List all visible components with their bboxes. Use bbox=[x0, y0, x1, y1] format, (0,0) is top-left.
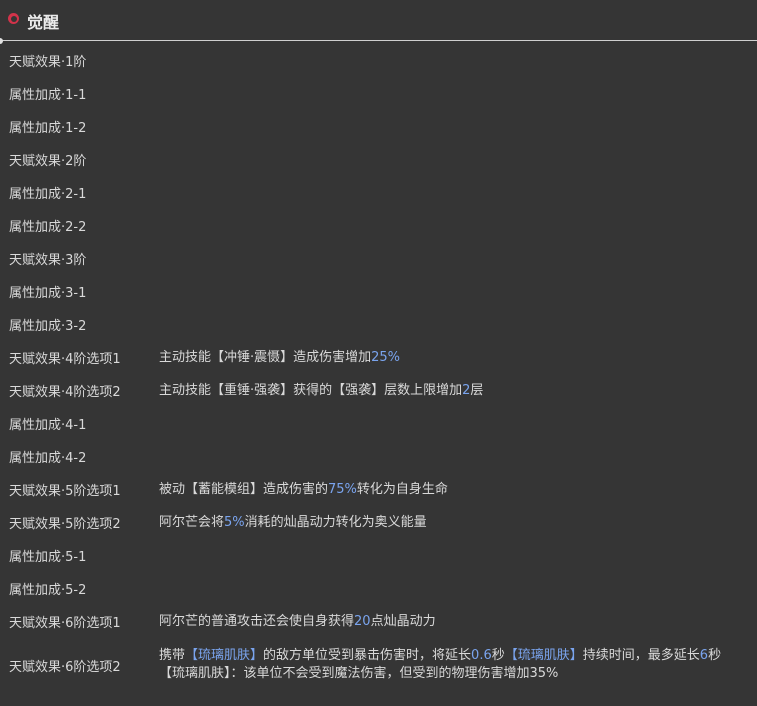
talent-description: 主动技能【重锤·强袭】获得的【强袭】层数上限增加2层 bbox=[159, 382, 757, 400]
talent-label: 天赋效果·5阶选项2 bbox=[9, 517, 121, 532]
description-line: 主动技能【冲锤·震慑】造成伤害增加25% bbox=[159, 349, 753, 367]
talent-row: 属性加成·1-2 bbox=[0, 110, 757, 143]
highlighted-value: 5% bbox=[224, 514, 245, 530]
talent-label: 属性加成·2-1 bbox=[9, 187, 87, 202]
description-text: 消耗的灿晶动力转化为奥义能量 bbox=[244, 514, 427, 530]
talent-row: 属性加成·5-2 bbox=[0, 572, 757, 605]
talent-row: 属性加成·2-2 bbox=[0, 209, 757, 242]
talent-row: 属性加成·5-1 bbox=[0, 539, 757, 572]
talent-row: 属性加成·1-1 bbox=[0, 77, 757, 110]
talent-row: 属性加成·3-2 bbox=[0, 308, 757, 341]
description-text: 点灿晶动力 bbox=[370, 613, 436, 629]
description-text: 主动技能【重锤·强袭】获得的【强袭】层数上限增加 bbox=[159, 382, 463, 398]
description-line: 【琉璃肌肤】：该单位不会受到魔法伤害，但受到的物理伤害增加35% bbox=[159, 665, 753, 683]
talent-description: 阿尔芒的普通攻击还会使自身获得20点灿晶动力 bbox=[159, 613, 757, 631]
talent-label: 天赋效果·5阶选项1 bbox=[9, 484, 121, 499]
description-line: 携带【琉璃肌肤】的敌方单位受到暴击伤害时，将延长0.6秒【琉璃肌肤】持续时间，最… bbox=[159, 647, 753, 665]
description-text: 秒 bbox=[708, 648, 722, 663]
description-text: 持续时间，最多延长 bbox=[582, 648, 700, 663]
talent-row: 属性加成·3-1 bbox=[0, 275, 757, 308]
talent-label: 天赋效果·2阶 bbox=[9, 154, 87, 169]
highlighted-value: 20 bbox=[354, 613, 371, 629]
highlighted-value: 【琉璃肌肤】 bbox=[185, 648, 264, 663]
talent-row: 天赋效果·5阶选项2 阿尔芒会将5%消耗的灿晶动力转化为奥义能量 bbox=[0, 506, 757, 539]
talent-row: 属性加成·4-1 bbox=[0, 407, 757, 440]
description-text: 被动【蓄能模组】造成伤害的 bbox=[159, 481, 329, 497]
talent-row: 天赋效果·2阶 bbox=[0, 143, 757, 176]
talent-row: 属性加成·2-1 bbox=[0, 176, 757, 209]
talent-description: 被动【蓄能模组】造成伤害的75%转化为自身生命 bbox=[159, 481, 757, 499]
talent-row: 天赋效果·1阶 bbox=[0, 44, 757, 77]
highlighted-value: 0.6 bbox=[471, 648, 492, 663]
talent-description: 主动技能【冲锤·震慑】造成伤害增加25% bbox=[159, 349, 757, 367]
description-text: 阿尔芒的普通攻击还会使自身获得 bbox=[159, 613, 355, 629]
talent-row: 天赋效果·5阶选项1 被动【蓄能模组】造成伤害的75%转化为自身生命 bbox=[0, 473, 757, 506]
talent-row: 天赋效果·4阶选项2 主动技能【重锤·强袭】获得的【强袭】层数上限增加2层 bbox=[0, 374, 757, 407]
description-text: 携带 bbox=[159, 648, 186, 663]
highlighted-value: 6 bbox=[699, 648, 709, 663]
talent-label: 天赋效果·6阶选项1 bbox=[9, 616, 121, 631]
description-text: 秒 bbox=[491, 648, 505, 663]
description-line: 阿尔芒的普通攻击还会使自身获得20点灿晶动力 bbox=[159, 613, 753, 631]
divider bbox=[0, 40, 757, 41]
talent-label: 属性加成·1-2 bbox=[9, 121, 87, 136]
talent-label: 属性加成·5-2 bbox=[9, 583, 87, 598]
section-title: 觉醒 bbox=[27, 13, 60, 32]
talent-row: 天赋效果·6阶选项1 阿尔芒的普通攻击还会使自身获得20点灿晶动力 bbox=[0, 605, 757, 638]
description-text: 层 bbox=[470, 382, 484, 398]
highlighted-value: 【琉璃肌肤】 bbox=[504, 648, 583, 663]
talent-description: 阿尔芒会将5%消耗的灿晶动力转化为奥义能量 bbox=[159, 514, 757, 532]
talent-label: 属性加成·1-1 bbox=[9, 88, 87, 103]
talent-row: 天赋效果·6阶选项2 携带【琉璃肌肤】的敌方单位受到暴击伤害时，将延长0.6秒【琉… bbox=[0, 638, 757, 692]
talent-label: 属性加成·4-2 bbox=[9, 451, 87, 466]
talent-row: 天赋效果·3阶 bbox=[0, 242, 757, 275]
talent-label: 天赋效果·4阶选项1 bbox=[9, 352, 121, 367]
section-header: 觉醒 bbox=[0, 0, 757, 40]
talent-label: 属性加成·3-2 bbox=[9, 319, 87, 334]
description-text: 【琉璃肌肤】：该单位不会受到魔法伤害，但受到的物理伤害增加35% bbox=[159, 666, 559, 681]
talent-label: 属性加成·2-2 bbox=[9, 220, 87, 235]
description-text: 主动技能【冲锤·震慑】造成伤害增加 bbox=[159, 349, 372, 365]
talent-label: 天赋效果·3阶 bbox=[9, 253, 87, 268]
talent-label: 属性加成·3-1 bbox=[9, 286, 87, 301]
highlighted-value: 25% bbox=[371, 349, 401, 365]
talent-label: 天赋效果·1阶 bbox=[9, 55, 87, 70]
description-line: 阿尔芒会将5%消耗的灿晶动力转化为奥义能量 bbox=[159, 514, 753, 532]
talent-row: 天赋效果·4阶选项1 主动技能【冲锤·震慑】造成伤害增加25% bbox=[0, 341, 757, 374]
talent-label: 属性加成·5-1 bbox=[9, 550, 87, 565]
talent-row: 属性加成·4-2 bbox=[0, 440, 757, 473]
talent-label: 属性加成·4-1 bbox=[9, 418, 87, 433]
description-text: 的敌方单位受到暴击伤害时，将延长 bbox=[263, 648, 472, 663]
description-line: 被动【蓄能模组】造成伤害的75%转化为自身生命 bbox=[159, 481, 753, 499]
talent-list: 天赋效果·1阶 属性加成·1-1 属性加成·1-2 天赋效果·2阶 属性加成·2-1 属性… bbox=[0, 44, 757, 692]
talent-label: 天赋效果·6阶选项2 bbox=[9, 659, 121, 675]
talent-label: 天赋效果·4阶选项2 bbox=[9, 385, 121, 400]
ring-icon bbox=[8, 13, 19, 24]
description-line: 主动技能【重锤·强袭】获得的【强袭】层数上限增加2层 bbox=[159, 382, 753, 400]
description-text: 阿尔芒会将 bbox=[159, 514, 225, 530]
description-text: 转化为自身生命 bbox=[356, 481, 448, 497]
highlighted-value: 75% bbox=[328, 481, 357, 497]
talent-description: 携带【琉璃肌肤】的敌方单位受到暴击伤害时，将延长0.6秒【琉璃肌肤】持续时间，最… bbox=[159, 647, 757, 683]
